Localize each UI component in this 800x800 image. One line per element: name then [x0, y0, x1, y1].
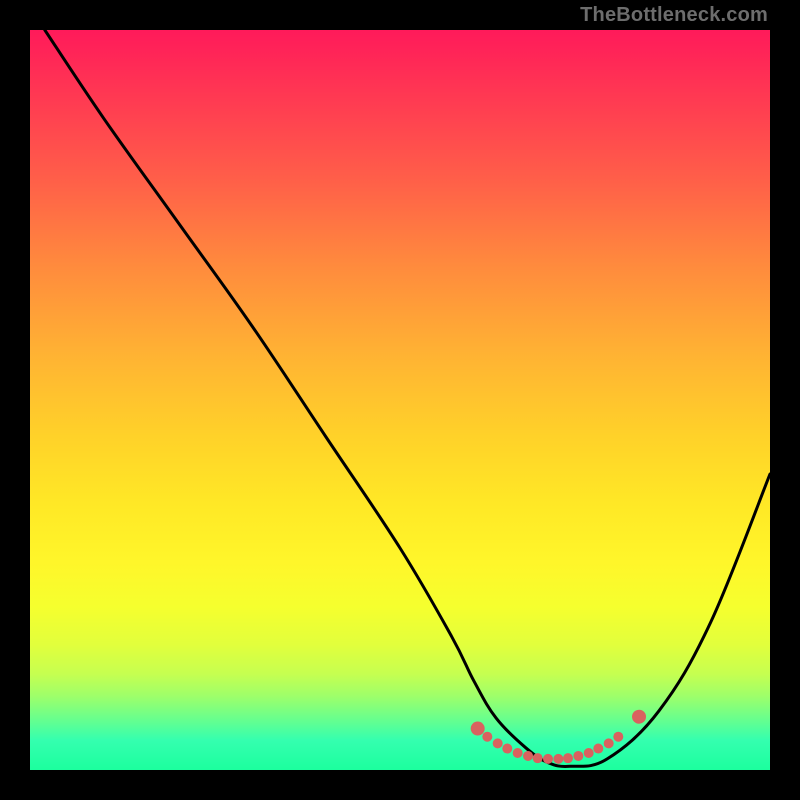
marker-dot [553, 754, 563, 764]
marker-dot [543, 754, 553, 764]
marker-dot [573, 751, 583, 761]
marker-dot [563, 753, 573, 763]
marker-dot [584, 748, 594, 758]
watermark-text: TheBottleneck.com [580, 4, 768, 27]
marker-dot [502, 744, 512, 754]
marker-dot [471, 722, 485, 736]
marker-dot [513, 748, 523, 758]
chart-frame: TheBottleneck.com [0, 0, 800, 800]
marker-dot [613, 732, 623, 742]
marker-dot [604, 738, 614, 748]
chart-svg [30, 30, 770, 770]
marker-dot [482, 732, 492, 742]
bottleneck-curve-path [45, 30, 770, 766]
marker-dot [493, 738, 503, 748]
marker-dot [632, 710, 646, 724]
plot-area [30, 30, 770, 770]
marker-dot [593, 744, 603, 754]
marker-dot [523, 751, 533, 761]
marker-dot [533, 753, 543, 763]
